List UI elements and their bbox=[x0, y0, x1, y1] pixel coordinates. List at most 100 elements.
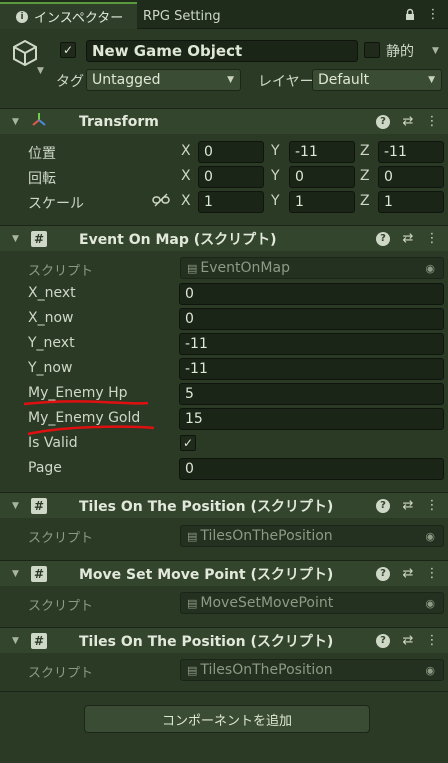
fold-arrow-icon[interactable]: ▼ bbox=[12, 234, 19, 244]
script-file-icon: ▤ bbox=[187, 529, 198, 543]
axis-x-label[interactable]: X bbox=[181, 143, 191, 159]
context-menu-icon[interactable]: ⋮ bbox=[424, 498, 440, 513]
field-label-y-next: Y_next bbox=[28, 335, 75, 351]
preset-icon[interactable]: ⇄ bbox=[400, 114, 416, 129]
axis-y-label[interactable]: Y bbox=[271, 168, 280, 184]
help-icon[interactable]: ? bbox=[376, 498, 390, 513]
script-label: スクリプト bbox=[28, 666, 94, 681]
component-title: Move Set Move Point (スクリプト) bbox=[79, 566, 334, 583]
object-picker-icon[interactable]: ◉ bbox=[425, 262, 435, 275]
add-component-button[interactable]: コンポーネントを追加 bbox=[84, 705, 370, 733]
active-checkbox[interactable]: ✓ bbox=[60, 42, 76, 58]
tab-rpg-setting-label: RPG Setting bbox=[143, 9, 221, 24]
red-underline-annotation bbox=[23, 400, 149, 406]
context-menu-icon[interactable]: ⋮ bbox=[424, 633, 440, 648]
script-label: スクリプト bbox=[28, 264, 94, 279]
axis-z-label[interactable]: Z bbox=[360, 168, 370, 184]
position-z-field[interactable]: -11 bbox=[378, 141, 444, 163]
help-icon[interactable]: ? bbox=[376, 566, 390, 581]
component-title: Tiles On The Position (スクリプト) bbox=[79, 498, 334, 515]
preset-icon[interactable]: ⇄ bbox=[400, 566, 416, 581]
preset-icon[interactable]: ⇄ bbox=[400, 231, 416, 246]
axis-x-label[interactable]: X bbox=[181, 168, 191, 184]
rotation-z-field[interactable]: 0 bbox=[378, 166, 444, 188]
tag-label: タグ bbox=[56, 74, 84, 90]
x-now-field[interactable]: 0 bbox=[179, 308, 444, 330]
component-title: Tiles On The Position (スクリプト) bbox=[79, 633, 334, 650]
context-menu-icon[interactable]: ⋮ bbox=[424, 566, 440, 581]
fold-arrow-icon[interactable]: ▼ bbox=[12, 501, 19, 511]
axis-z-label[interactable]: Z bbox=[360, 143, 370, 159]
axis-y-label[interactable]: Y bbox=[271, 193, 280, 209]
position-x-field[interactable]: 0 bbox=[198, 141, 264, 163]
transform-label-scale: スケール bbox=[28, 196, 84, 212]
context-menu-icon[interactable]: ⋮ bbox=[424, 114, 440, 129]
scale-z-field[interactable]: 1 bbox=[378, 191, 444, 213]
fold-arrow-icon[interactable]: ▼ bbox=[12, 569, 19, 579]
script-hash-icon: # bbox=[31, 632, 47, 649]
tiles-on-the-position-header[interactable]: ▼ # Tiles On The Position (スクリプト) ? ⇄ ⋮ bbox=[0, 492, 448, 518]
my-enemy-hp-field[interactable]: 5 bbox=[179, 383, 444, 405]
script-label: スクリプト bbox=[28, 531, 94, 546]
event-on-map-title: Event On Map (スクリプト) bbox=[79, 231, 277, 248]
help-icon[interactable]: ? bbox=[376, 633, 390, 648]
axis-x-label[interactable]: X bbox=[181, 193, 191, 209]
script-reference-field[interactable]: ▤ MoveSetMovePoint ◉ bbox=[180, 592, 444, 614]
transform-label-position: 位置 bbox=[28, 146, 56, 162]
my-enemy-gold-field[interactable]: 15 bbox=[179, 408, 444, 430]
object-picker-icon[interactable]: ◉ bbox=[425, 664, 435, 677]
position-y-field[interactable]: -11 bbox=[289, 141, 355, 163]
tab-rpg-setting[interactable]: RPG Setting bbox=[143, 4, 221, 29]
axis-z-label[interactable]: Z bbox=[360, 193, 370, 209]
icon-dropdown-chevron-icon[interactable]: ▼ bbox=[37, 66, 44, 76]
constrain-proportions-link-icon[interactable] bbox=[152, 193, 170, 209]
tab-inspector[interactable]: i インスペクター bbox=[0, 2, 137, 29]
help-icon[interactable]: ? bbox=[376, 231, 390, 246]
scale-y-field[interactable]: 1 bbox=[289, 191, 355, 213]
y-next-field[interactable]: -11 bbox=[179, 333, 444, 355]
is-valid-checkbox[interactable]: ✓ bbox=[180, 435, 196, 451]
gameobject-cube-icon[interactable] bbox=[10, 38, 40, 68]
scale-x-field[interactable]: 1 bbox=[198, 191, 264, 213]
rotation-y-field[interactable]: 0 bbox=[289, 166, 355, 188]
move-set-move-point-header[interactable]: ▼ # Move Set Move Point (スクリプト) ? ⇄ ⋮ bbox=[0, 560, 448, 586]
y-now-field[interactable]: -11 bbox=[179, 358, 444, 380]
fold-arrow-icon[interactable]: ▼ bbox=[12, 636, 19, 646]
axis-y-label[interactable]: Y bbox=[271, 143, 280, 159]
event-on-map-header[interactable]: ▼ # Event On Map (スクリプト) ? ⇄ ⋮ bbox=[0, 225, 448, 251]
script-reference-value: TilesOnThePosition bbox=[200, 528, 333, 544]
transform-header[interactable]: ▼ Transform ? ⇄ ⋮ bbox=[0, 108, 448, 134]
field-label-is-valid: Is Valid bbox=[28, 435, 78, 451]
script-reference-value: TilesOnThePosition bbox=[200, 662, 333, 678]
field-label-y-now: Y_now bbox=[28, 360, 73, 376]
tiles-on-the-position-header-2[interactable]: ▼ # Tiles On The Position (スクリプト) ? ⇄ ⋮ bbox=[0, 627, 448, 653]
script-reference-field[interactable]: ▤ EventOnMap ◉ bbox=[180, 257, 444, 279]
preset-icon[interactable]: ⇄ bbox=[400, 498, 416, 513]
rotation-x-field[interactable]: 0 bbox=[198, 166, 264, 188]
lock-icon[interactable] bbox=[401, 5, 419, 23]
layer-value: Default bbox=[318, 72, 370, 88]
script-reference-field[interactable]: ▤ TilesOnThePosition ◉ bbox=[180, 525, 444, 547]
script-hash-icon: # bbox=[31, 565, 47, 582]
layer-dropdown[interactable]: Default ▼ bbox=[312, 69, 442, 91]
x-next-field[interactable]: 0 bbox=[179, 283, 444, 305]
object-name-field[interactable]: New Game Object bbox=[86, 40, 358, 62]
fold-arrow-icon[interactable]: ▼ bbox=[12, 117, 19, 127]
script-hash-icon: # bbox=[31, 230, 47, 247]
script-file-icon: ▤ bbox=[187, 261, 198, 275]
object-picker-icon[interactable]: ◉ bbox=[425, 597, 435, 610]
field-label-x-next: X_next bbox=[28, 285, 76, 301]
tag-dropdown[interactable]: Untagged ▼ bbox=[86, 69, 241, 91]
field-label-page: Page bbox=[28, 460, 62, 476]
more-menu-icon[interactable]: ⋮ bbox=[424, 5, 442, 23]
page-field[interactable]: 0 bbox=[179, 458, 444, 480]
static-checkbox[interactable] bbox=[364, 42, 380, 58]
object-picker-icon[interactable]: ◉ bbox=[425, 530, 435, 543]
context-menu-icon[interactable]: ⋮ bbox=[424, 231, 440, 246]
script-reference-field[interactable]: ▤ TilesOnThePosition ◉ bbox=[180, 659, 444, 681]
layer-label: レイヤー bbox=[258, 74, 314, 90]
help-icon[interactable]: ? bbox=[376, 114, 390, 129]
preset-icon[interactable]: ⇄ bbox=[400, 633, 416, 648]
chevron-down-icon: ▼ bbox=[428, 75, 435, 85]
static-dropdown-chevron-icon[interactable]: ▼ bbox=[432, 46, 439, 56]
